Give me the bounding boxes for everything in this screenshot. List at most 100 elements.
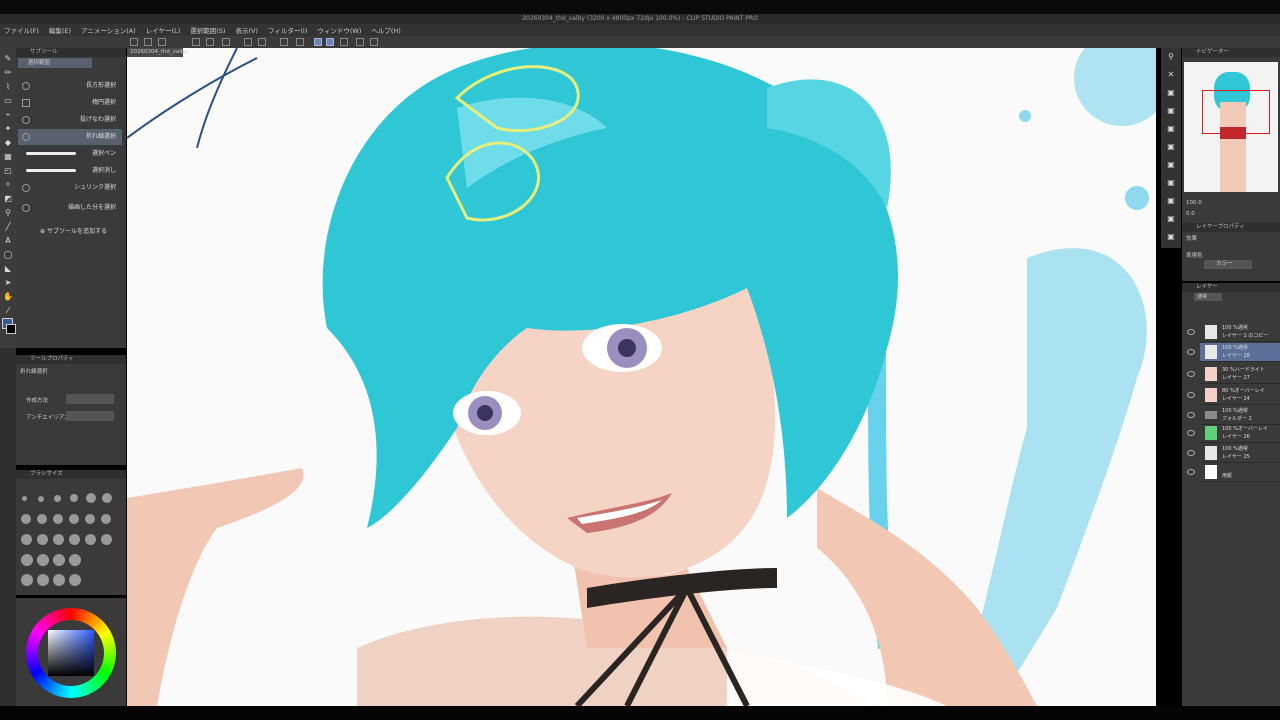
antialias-buttons[interactable] [66, 411, 114, 421]
size-dot[interactable] [37, 554, 49, 566]
brush-tool-icon[interactable]: ⌇ [3, 82, 13, 92]
color-mode-select[interactable]: カラー [1204, 260, 1252, 269]
size-dot[interactable] [21, 514, 31, 524]
blend-tool-icon[interactable]: ⌁ [3, 110, 13, 120]
redo-icon[interactable] [206, 38, 214, 46]
layer-row[interactable]: 100 %通常 レイヤー 1 のコピー [1187, 323, 1280, 342]
save-icon[interactable] [158, 38, 166, 46]
eye-icon[interactable] [1187, 469, 1195, 475]
search-icon[interactable]: ⚲ [1166, 52, 1176, 62]
fill-tool-icon[interactable]: ◆ [3, 138, 13, 148]
subtool-item[interactable]: 選択ペン [18, 146, 122, 162]
size-dot[interactable] [37, 574, 49, 586]
saturation-square[interactable] [48, 630, 94, 676]
panel-icon[interactable]: ▣ [1166, 196, 1176, 206]
eye-icon[interactable] [1187, 392, 1195, 398]
magic-wand-icon[interactable]: ✧ [3, 180, 13, 190]
canvas-area[interactable] [127, 48, 1156, 706]
clear-icon[interactable] [222, 38, 230, 46]
panel-icon[interactable]: ▣ [1166, 88, 1176, 98]
size-dot[interactable] [69, 574, 81, 586]
object-tool-icon[interactable]: ➤ [3, 278, 13, 288]
size-dot[interactable] [69, 514, 79, 524]
layer-row[interactable]: 100 %通常 レイヤー 25 [1187, 444, 1280, 463]
snap-ruler-icon[interactable] [314, 38, 322, 46]
panel-icon[interactable]: ▣ [1166, 178, 1176, 188]
pencil-tool-icon[interactable]: ✏ [3, 68, 13, 78]
angle-value[interactable]: 0.0 [1186, 211, 1195, 217]
menu-selection[interactable]: 選択範囲(S) [190, 25, 225, 35]
navigator-view-frame[interactable] [1202, 90, 1270, 134]
panel-icon[interactable]: ▣ [1166, 160, 1176, 170]
subtool-item[interactable]: 選択消し [18, 163, 122, 179]
pen-tool-icon[interactable]: ✎ [3, 54, 13, 64]
pen-pressure-icon[interactable] [356, 38, 364, 46]
layer-row[interactable]: 100 %オーバーレイ レイヤー 26 [1187, 424, 1280, 443]
layer-row[interactable]: 30 %ハードライト レイヤー 27 [1187, 365, 1280, 384]
size-dot[interactable] [85, 514, 95, 524]
subtool-item[interactable]: 長方形選択 [18, 78, 122, 94]
layer-row-paper[interactable]: 用紙 [1187, 463, 1280, 482]
ruler-tool-icon[interactable]: ◣ [3, 264, 13, 274]
layer-row-selected[interactable]: 100 %通常 レイヤー 28 [1187, 343, 1280, 362]
eraser-tool-icon[interactable]: ▭ [3, 96, 13, 106]
open-file-icon[interactable] [144, 38, 152, 46]
size-dot[interactable] [53, 514, 63, 524]
settings-icon[interactable] [370, 38, 378, 46]
size-dot[interactable] [101, 514, 111, 524]
balloon-tool-icon[interactable]: ◯ [3, 250, 13, 260]
deselect-icon[interactable] [280, 38, 288, 46]
size-dot[interactable] [53, 534, 64, 545]
eye-icon[interactable] [1187, 412, 1195, 418]
zoom-tool-icon[interactable]: ⚲ [3, 208, 13, 218]
size-dot[interactable] [69, 554, 81, 566]
size-dot[interactable] [21, 534, 32, 545]
subtool-group-tab[interactable]: 選択範囲 [18, 58, 92, 68]
text-tool-icon[interactable]: A [3, 236, 13, 246]
eye-icon[interactable] [1187, 430, 1195, 436]
size-dot[interactable] [37, 514, 47, 524]
add-subtool-button[interactable]: ⊕ サブツールを追加する [40, 226, 107, 235]
subtool-item-selected[interactable]: 折れ線選択 [18, 129, 122, 145]
panel-icon[interactable]: ▣ [1166, 106, 1176, 116]
layer-row-folder[interactable]: 100 %通常 フォルダー 2 [1187, 406, 1280, 425]
size-dot[interactable] [37, 534, 48, 545]
panel-icon[interactable]: ▣ [1166, 124, 1176, 134]
navigator-preview[interactable] [1184, 62, 1278, 192]
size-dot[interactable] [69, 534, 80, 545]
sparkle-tool-icon[interactable]: ✦ [3, 124, 13, 134]
panel-icon[interactable]: ▣ [1166, 142, 1176, 152]
selection-tool-icon[interactable]: ◰ [3, 166, 13, 176]
eye-icon[interactable] [1187, 329, 1195, 335]
size-dot[interactable] [70, 494, 78, 502]
new-file-icon[interactable] [130, 38, 138, 46]
menu-view[interactable]: 表示(V) [235, 25, 258, 35]
size-dot[interactable] [102, 493, 112, 503]
panel-icon[interactable]: ▣ [1166, 232, 1176, 242]
subtool-item[interactable]: 楕円選択 [18, 95, 122, 111]
gradient-tool-icon[interactable]: ◩ [3, 194, 13, 204]
menu-file[interactable]: ファイル(F) [4, 25, 39, 35]
size-dot[interactable] [21, 554, 33, 566]
menu-animation[interactable]: アニメーション(A) [81, 25, 136, 35]
frame-tool-icon[interactable]: ▦ [3, 152, 13, 162]
menu-edit[interactable]: 編集(E) [49, 25, 71, 35]
mode-buttons[interactable] [66, 394, 114, 404]
subtool-item[interactable]: シュリンク選択 [18, 180, 122, 196]
undo-icon[interactable] [192, 38, 200, 46]
size-dot[interactable] [53, 574, 65, 586]
sub-color-swatch[interactable] [6, 324, 16, 334]
size-dot[interactable] [86, 493, 96, 503]
size-dot[interactable] [85, 534, 96, 545]
menu-filter[interactable]: フィルター(I) [268, 25, 307, 35]
menu-layer[interactable]: レイヤー(L) [146, 25, 181, 35]
fill-icon[interactable] [244, 38, 252, 46]
snap-grid-icon[interactable] [340, 38, 348, 46]
invert-selection-icon[interactable] [296, 38, 304, 46]
eye-icon[interactable] [1187, 349, 1195, 355]
subtool-item[interactable]: 描画した分を選択 [18, 200, 122, 216]
snap-special-ruler-icon[interactable] [326, 38, 334, 46]
size-dot[interactable] [22, 496, 27, 501]
close-icon[interactable]: ✕ [1166, 70, 1176, 80]
menu-window[interactable]: ウィンドウ(W) [317, 25, 361, 35]
